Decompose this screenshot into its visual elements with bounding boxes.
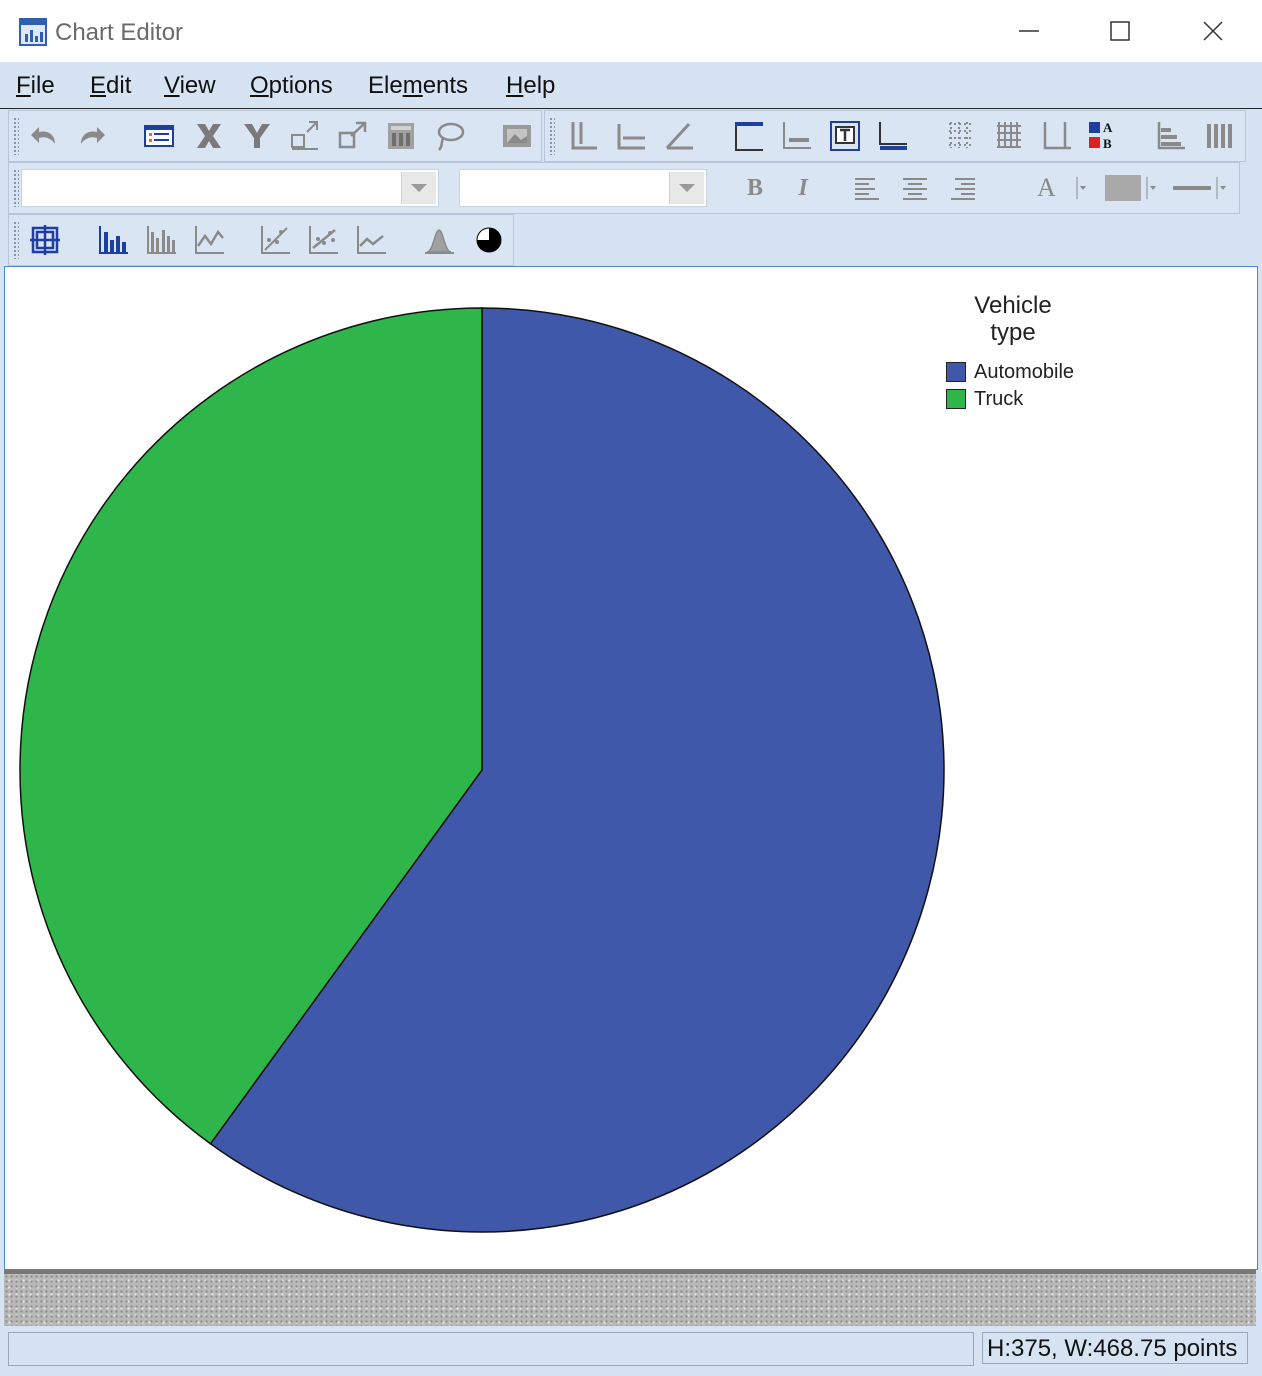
x-axis-select-icon[interactable]: [613, 118, 649, 154]
elements-toolbar: AB: [544, 110, 1246, 162]
toolbar-grip[interactable]: [13, 169, 19, 207]
legend-label-automobile: Automobile: [974, 361, 1075, 383]
svg-text:B: B: [1103, 136, 1112, 151]
scatter-icon[interactable]: [257, 222, 293, 258]
y-axis-icon[interactable]: [239, 118, 275, 154]
menu-options-mnemonic: O: [250, 72, 269, 99]
legend-swatch-truck: [946, 389, 966, 409]
lasso-icon[interactable]: [431, 118, 467, 154]
menu-elements[interactable]: Elements: [368, 72, 468, 100]
format-toolbar: B I A: [8, 162, 1240, 214]
legend-title[interactable]: Vehicle type: [940, 292, 1086, 346]
menu-file[interactable]: File: [16, 72, 55, 100]
histogram-icon[interactable]: [421, 222, 457, 258]
dropdown-arrow-icon[interactable]: [1145, 177, 1157, 199]
menu-view[interactable]: View: [164, 72, 216, 100]
chart-editor-window: Chart Editor File Edit View Options Elem…: [0, 0, 1262, 1376]
title-icon[interactable]: [731, 118, 767, 154]
reference-line-icon[interactable]: [1039, 118, 1075, 154]
scatter-fit-icon[interactable]: [305, 222, 341, 258]
chart-canvas[interactable]: [4, 266, 1258, 1270]
x-axis-icon[interactable]: [191, 118, 227, 154]
splitter-area[interactable]: [4, 1270, 1256, 1328]
menu-help-mnemonic: H: [506, 72, 524, 99]
chart-icon[interactable]: [383, 118, 419, 154]
dropdown-arrow-icon[interactable]: [1075, 177, 1087, 199]
legend-label-truck: Truck: [974, 388, 1024, 410]
z-axis-icon[interactable]: [661, 118, 697, 154]
status-message: [8, 1332, 974, 1366]
chart-size-status: H:375, W:468.75 points: [982, 1332, 1248, 1364]
footnote-icon[interactable]: [779, 118, 815, 154]
toolbar-grip[interactable]: [13, 117, 19, 155]
legend-swatch-automobile: [946, 362, 966, 382]
edit-toolbar: [8, 110, 542, 162]
clustered-bar-icon[interactable]: [143, 222, 179, 258]
menu-help-label: elp: [523, 72, 556, 99]
title-bar: Chart Editor: [0, 0, 1262, 62]
window-title: Chart Editor: [55, 19, 184, 46]
undo-icon[interactable]: [27, 118, 63, 154]
legend-title-line: Vehicle: [974, 292, 1052, 319]
maximize-icon[interactable]: [1097, 8, 1143, 54]
gridlines-icon[interactable]: [943, 118, 979, 154]
select-chart-icon[interactable]: [27, 222, 63, 258]
menu-options[interactable]: Options: [250, 72, 333, 100]
bar-horizontal-icon[interactable]: [1153, 118, 1189, 154]
menu-file-label: ile: [30, 72, 55, 99]
menu-elements-mnemonic: m: [402, 72, 423, 99]
bar-chart-icon[interactable]: [95, 222, 131, 258]
menu-view-mnemonic: V: [164, 72, 180, 99]
y-axis-select-icon[interactable]: [565, 118, 601, 154]
text-color-button[interactable]: A: [1037, 170, 1073, 206]
chart-type-toolbar: [8, 214, 514, 266]
fill-color-button[interactable]: [1105, 175, 1141, 201]
menu-options-label: ptions: [268, 72, 333, 99]
align-center-icon[interactable]: [897, 170, 933, 206]
align-left-icon[interactable]: [849, 170, 885, 206]
font-size-select[interactable]: [459, 169, 707, 207]
menu-help[interactable]: Help: [506, 72, 555, 100]
menu-elements-label: ents: [422, 72, 469, 99]
properties-icon[interactable]: [141, 118, 177, 154]
menu-bar: File Edit View Options Elements Help: [0, 62, 1262, 109]
svg-text:A: A: [1103, 120, 1113, 135]
menu-file-mnemonic: F: [16, 72, 31, 99]
chevron-down-icon: [679, 184, 695, 192]
align-right-icon[interactable]: [945, 170, 981, 206]
menu-edit-label: dit: [106, 72, 132, 99]
font-family-select[interactable]: [21, 169, 439, 207]
image-icon[interactable]: [499, 118, 535, 154]
menu-edit-mnemonic: E: [90, 72, 107, 99]
close-icon[interactable]: [1190, 8, 1236, 54]
minimize-icon[interactable]: [1006, 8, 1052, 54]
legend-title-line: type: [990, 319, 1036, 346]
line-style-icon[interactable]: [1171, 175, 1231, 201]
legend-icon[interactable]: [875, 118, 911, 154]
bar-vertical-icon[interactable]: [1201, 118, 1237, 154]
font-size-dropdown[interactable]: [669, 172, 704, 204]
redo-icon[interactable]: [73, 118, 109, 154]
status-bar: H:375, W:468.75 points: [0, 1326, 1262, 1376]
grid-icon[interactable]: [991, 118, 1027, 154]
expand-icon[interactable]: [335, 118, 371, 154]
bold-button[interactable]: B: [737, 170, 773, 206]
textbox-icon[interactable]: [827, 118, 863, 154]
menu-edit[interactable]: Edit: [90, 72, 131, 100]
font-family-dropdown[interactable]: [401, 172, 436, 204]
chevron-down-icon: [411, 184, 427, 192]
area-chart-icon[interactable]: [353, 222, 389, 258]
data-labels-icon[interactable]: AB: [1085, 118, 1121, 154]
line-chart-icon[interactable]: [191, 222, 227, 258]
menu-view-label: iew: [179, 72, 216, 99]
toolbar-grip[interactable]: [549, 117, 555, 155]
rescale-icon[interactable]: [287, 118, 323, 154]
pie-chart[interactable]: [5, 267, 1257, 1269]
chart-editor-app-icon: [19, 18, 47, 46]
menu-elements-prefix: Ele: [368, 72, 403, 99]
toolbar-grip[interactable]: [13, 221, 19, 259]
italic-button[interactable]: I: [785, 170, 821, 206]
pie-chart-icon[interactable]: [471, 222, 507, 258]
